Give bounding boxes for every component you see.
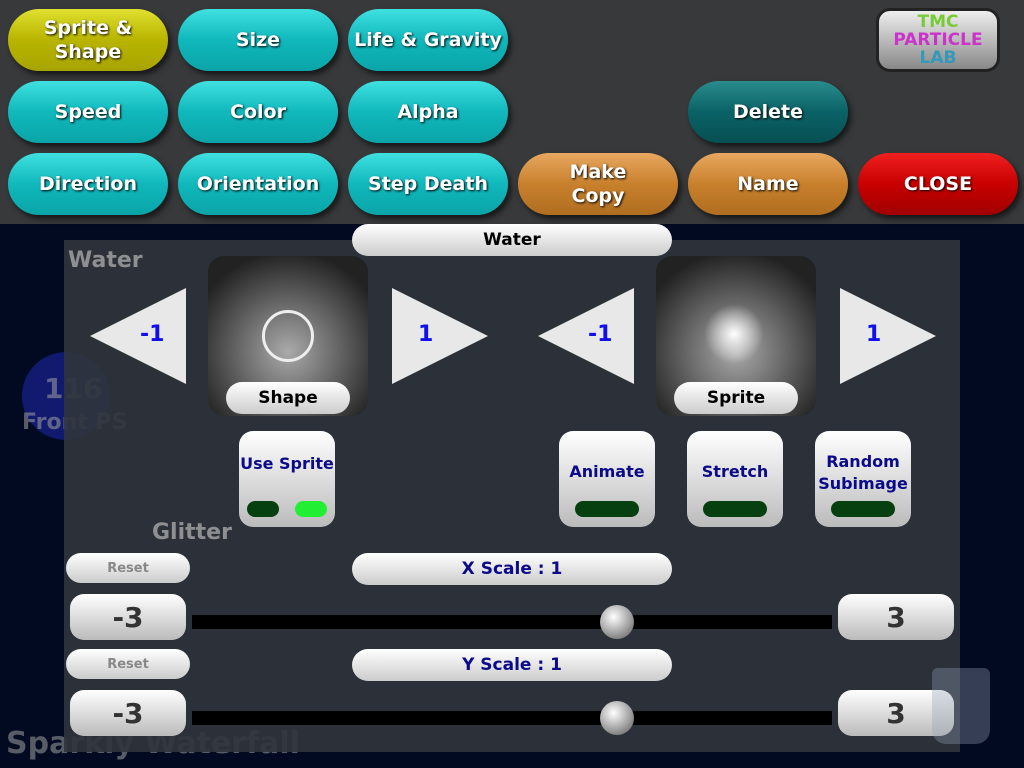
animate-toggle[interactable]: Animate (559, 431, 655, 527)
particle-lab-logo: TMC PARTICLE LAB (876, 8, 1000, 72)
led-on (295, 501, 327, 517)
y-scale-reset-button[interactable]: Reset (66, 649, 190, 679)
animate-label: Animate (569, 462, 645, 481)
shape-next-button[interactable] (392, 288, 488, 384)
tab-speed[interactable]: Speed (8, 81, 168, 143)
tab-life-gravity[interactable]: Life & Gravity (348, 9, 508, 71)
shape-preview: Shape (208, 256, 368, 416)
trash-icon[interactable] (932, 668, 990, 744)
stretch-label: Stretch (701, 462, 769, 481)
emitter-title: Water (352, 224, 672, 256)
stretch-toggle[interactable]: Stretch (687, 431, 783, 527)
bg-node-water: Water (68, 248, 143, 273)
y-scale-min-button[interactable]: -3 (70, 690, 186, 736)
animate-led (575, 501, 639, 517)
bg-node-glitter: Glitter (152, 520, 232, 545)
tab-alpha[interactable]: Alpha (348, 81, 508, 143)
sprite-prev-button[interactable] (538, 288, 634, 384)
tab-step-death[interactable]: Step Death (348, 153, 508, 215)
tab-size[interactable]: Size (178, 9, 338, 71)
random-subimage-led (831, 501, 895, 517)
x-scale-slider[interactable] (192, 615, 832, 629)
use-sprite-label: Use Sprite (240, 454, 334, 473)
x-scale-label: X Scale : 1 (352, 553, 672, 585)
delete-button[interactable]: Delete (688, 81, 848, 143)
tab-orientation[interactable]: Orientation (178, 153, 338, 215)
x-scale-thumb[interactable] (600, 605, 634, 639)
use-sprite-toggle[interactable]: Use Sprite (239, 431, 335, 527)
sprite-label: Sprite (674, 382, 798, 414)
logo-bottom: LAB (919, 48, 957, 68)
tab-color[interactable]: Color (178, 81, 338, 143)
tab-sprite-shape[interactable]: Sprite & Shape (8, 9, 168, 71)
random-subimage-label: Random Subimage (818, 452, 908, 493)
shape-label: Shape (226, 382, 350, 414)
y-scale-slider[interactable] (192, 711, 832, 725)
stretch-led (703, 501, 767, 517)
sprite-preview: Sprite (656, 256, 816, 416)
y-scale-label: Y Scale : 1 (352, 649, 672, 681)
make-copy-button[interactable]: Make Copy (518, 153, 678, 215)
led-off (247, 501, 279, 517)
sparkle-sprite-icon (704, 304, 764, 364)
x-scale-reset-button[interactable]: Reset (66, 553, 190, 583)
logo-mid: PARTICLE (893, 30, 983, 50)
y-scale-thumb[interactable] (600, 701, 634, 735)
random-subimage-toggle[interactable]: Random Subimage (815, 431, 911, 527)
close-button[interactable]: CLOSE (858, 153, 1018, 215)
tab-direction[interactable]: Direction (8, 153, 168, 215)
x-scale-min-button[interactable]: -3 (70, 594, 186, 640)
x-scale-max-button[interactable]: 3 (838, 594, 954, 640)
name-button[interactable]: Name (688, 153, 848, 215)
shape-prev-button[interactable] (90, 288, 186, 384)
circle-shape-icon (262, 310, 314, 362)
logo-top: TMC (917, 12, 959, 32)
sprite-next-button[interactable] (840, 288, 936, 384)
